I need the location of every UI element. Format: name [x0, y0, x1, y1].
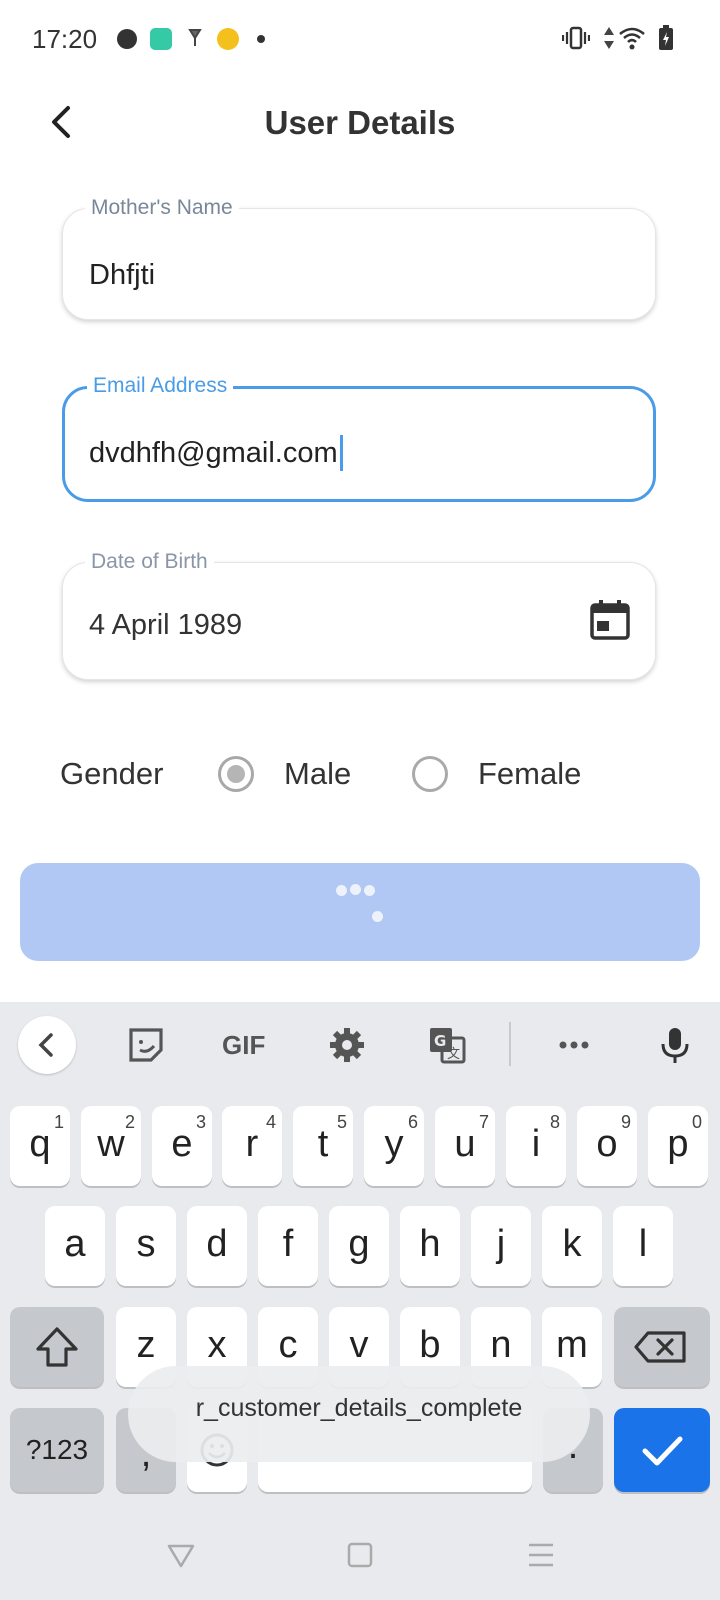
- key-u[interactable]: 7u: [435, 1106, 495, 1186]
- key-o[interactable]: 9o: [577, 1106, 637, 1186]
- key-t[interactable]: 5t: [293, 1106, 353, 1186]
- dob-value: 4 April 1989: [89, 609, 243, 641]
- key-i[interactable]: 8i: [506, 1106, 566, 1186]
- key-h[interactable]: h: [400, 1206, 460, 1286]
- nav-back-icon[interactable]: [166, 1540, 196, 1570]
- battery-icon: [658, 24, 674, 52]
- submit-button[interactable]: [20, 863, 700, 961]
- shift-key[interactable]: [10, 1307, 104, 1387]
- more-icon[interactable]: [555, 1026, 593, 1064]
- status-time: 17:20: [32, 24, 98, 54]
- radio-female[interactable]: [412, 756, 448, 792]
- mother-name-field[interactable]: Mother's Name Dhfjti: [62, 195, 656, 320]
- symbols-key[interactable]: ?123: [10, 1408, 104, 1492]
- key-f[interactable]: f: [258, 1206, 318, 1286]
- key-g[interactable]: g: [329, 1206, 389, 1286]
- key-j[interactable]: j: [471, 1206, 531, 1286]
- backspace-icon: [634, 1331, 686, 1363]
- radio-male[interactable]: [218, 756, 254, 792]
- mother-name-value: Dhfjti: [89, 259, 156, 291]
- text-caret: [339, 435, 343, 471]
- app-icon-2: [150, 28, 172, 50]
- key-s[interactable]: s: [116, 1206, 176, 1286]
- data-arrows-icon: [602, 24, 616, 52]
- backspace-key[interactable]: [614, 1307, 710, 1387]
- toast-message: r_customer_details_complete: [128, 1366, 590, 1462]
- shift-icon: [36, 1327, 78, 1367]
- more-dot: [257, 35, 265, 43]
- key-r[interactable]: 4r: [222, 1106, 282, 1186]
- key-k[interactable]: k: [542, 1206, 602, 1286]
- settings-icon[interactable]: [328, 1026, 366, 1064]
- keyboard-back-button[interactable]: [18, 1016, 76, 1074]
- gif-button[interactable]: GIF: [222, 1030, 265, 1061]
- translate-icon[interactable]: G文: [428, 1026, 466, 1064]
- radio-selected-dot: [227, 765, 245, 783]
- key-y[interactable]: 6y: [364, 1106, 424, 1186]
- key-p[interactable]: 0p: [648, 1106, 708, 1186]
- radio-male-label[interactable]: Male: [284, 756, 351, 792]
- key-e[interactable]: 3e: [152, 1106, 212, 1186]
- key-l[interactable]: l: [613, 1206, 673, 1286]
- app-icon-1: [117, 29, 137, 49]
- email-field[interactable]: Email Address dvdhfh@gmail.com: [62, 373, 656, 502]
- page-title: User Details: [264, 104, 456, 141]
- dob-field[interactable]: Date of Birth 4 April 1989: [62, 549, 656, 680]
- gender-label: Gender: [60, 756, 164, 791]
- wifi-icon: [618, 24, 646, 52]
- calendar-icon[interactable]: [589, 599, 631, 641]
- radio-female-label[interactable]: Female: [478, 756, 581, 792]
- done-key[interactable]: [614, 1408, 710, 1492]
- email-label: Email Address: [87, 373, 234, 399]
- key-q[interactable]: 1q: [10, 1106, 70, 1186]
- soft-keyboard: [0, 1002, 720, 1600]
- checkmark-icon: [642, 1436, 683, 1466]
- app-icon-4: [217, 28, 239, 50]
- mic-icon[interactable]: [656, 1026, 694, 1064]
- app-icon-3: [188, 28, 202, 48]
- sticker-icon[interactable]: [127, 1026, 165, 1064]
- toolbar-divider: [509, 1022, 511, 1066]
- email-value: dvdhfh@gmail.com: [89, 437, 338, 469]
- key-d[interactable]: d: [187, 1206, 247, 1286]
- svg-text:文: 文: [447, 1047, 460, 1062]
- status-bar: 17:20: [0, 0, 720, 80]
- nav-recents-icon[interactable]: [526, 1540, 556, 1570]
- key-a[interactable]: a: [45, 1206, 105, 1286]
- chevron-left-icon: [38, 1033, 53, 1057]
- svg-text:G: G: [434, 1032, 446, 1050]
- nav-home-icon[interactable]: [345, 1540, 375, 1570]
- email-value-wrap: dvdhfh@gmail.com: [89, 435, 343, 471]
- vibrate-icon: [561, 24, 591, 52]
- dob-label: Date of Birth: [85, 549, 214, 575]
- mother-name-label: Mother's Name: [85, 195, 239, 221]
- key-w[interactable]: 2w: [81, 1106, 141, 1186]
